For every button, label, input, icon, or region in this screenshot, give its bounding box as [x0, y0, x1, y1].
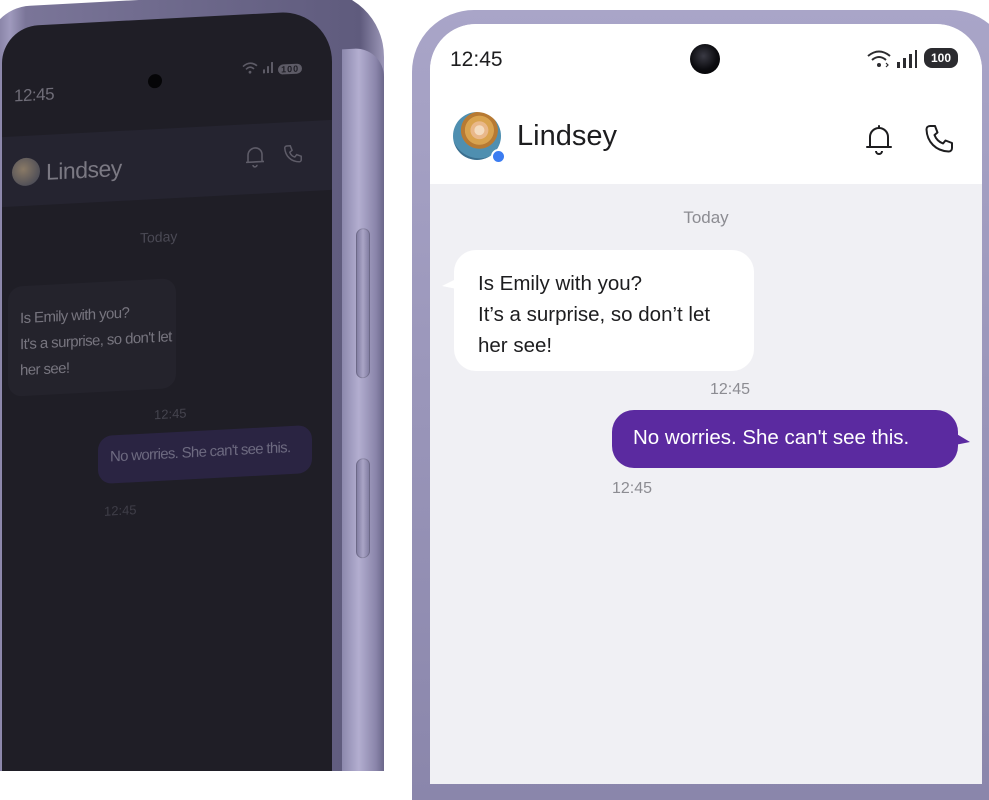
- bell-icon: [866, 125, 892, 155]
- outgoing-message-text: No worries. She can't see this.: [633, 426, 910, 449]
- message-line: Is Emily with you?: [478, 272, 643, 295]
- contact-name: Lindsey: [517, 120, 617, 152]
- phone-icon: [925, 125, 953, 153]
- date-separator: Today: [140, 227, 178, 246]
- call-button[interactable]: [922, 122, 956, 156]
- status-time: 12:45: [14, 84, 55, 106]
- notifications-button[interactable]: [862, 122, 896, 156]
- incoming-timestamp: 12:45: [710, 381, 751, 398]
- status-time: 12:45: [450, 48, 503, 71]
- message-line: It’s a surprise, so don’t let: [478, 303, 711, 326]
- signal-icon: [896, 49, 918, 74]
- messaging-screen: 12:45 100 Lindsey Today Is Emily with yo…: [430, 24, 982, 784]
- phone-icon[interactable]: [282, 141, 304, 171]
- avatar[interactable]: [12, 157, 40, 187]
- battery-indicator: 100: [278, 63, 303, 75]
- privacy-phone-body: 12:45 100 Lindsey Today Is Emily with yo…: [0, 0, 384, 771]
- wifi-icon: [866, 50, 892, 73]
- bell-icon[interactable]: [244, 143, 266, 173]
- incoming-message-text: Is Emily with you? It's a surprise, so d…: [20, 297, 190, 384]
- contact-name: Lindsey: [46, 154, 122, 185]
- message-line: her see!: [478, 334, 553, 357]
- signal-icon: [262, 61, 278, 77]
- incoming-message-text: Is Emily with you? It’s a surprise, so d…: [478, 268, 748, 361]
- incoming-timestamp: 12:45: [154, 405, 187, 423]
- date-separator: Today: [683, 208, 729, 227]
- front-camera: [148, 73, 162, 89]
- status-bar: 12:45 100: [430, 24, 982, 94]
- privacy-phone: 12:45 100 Lindsey Today Is Emily with yo…: [0, 0, 400, 771]
- online-status-dot: [491, 149, 506, 164]
- battery-indicator: 100: [924, 48, 958, 68]
- outgoing-timestamp: 12:45: [612, 480, 653, 497]
- chat-header: Lindsey: [430, 94, 982, 184]
- status-icons: 100: [242, 59, 303, 78]
- wifi-icon: [242, 62, 262, 78]
- volume-button: [356, 227, 370, 379]
- outgoing-bubble-tail: [950, 430, 970, 446]
- outgoing-timestamp: 12:45: [104, 502, 137, 519]
- front-camera: [690, 44, 720, 74]
- privacy-screen: 12:45 100 Lindsey Today Is Emily with yo…: [2, 9, 332, 771]
- chat-header: Lindsey: [2, 119, 332, 208]
- phone-side-edge: [342, 47, 384, 771]
- power-button: [356, 457, 370, 559]
